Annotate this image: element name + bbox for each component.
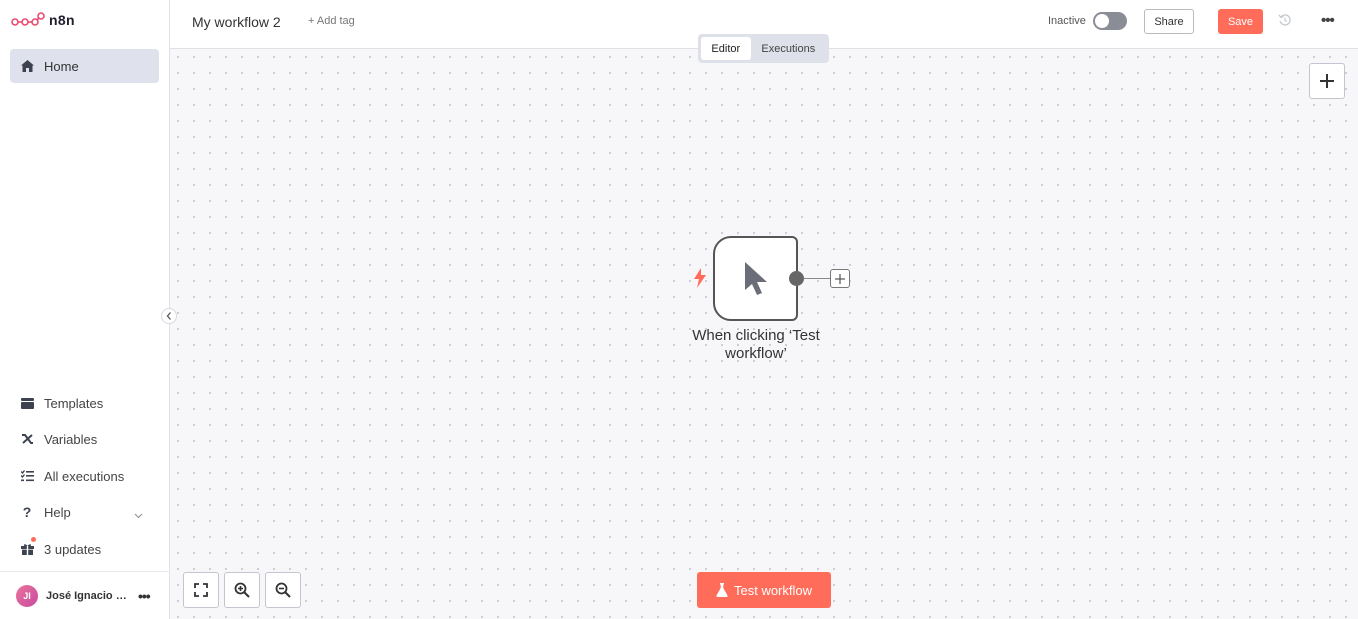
tab-editor[interactable]: Editor: [701, 37, 751, 60]
sidebar-item-variables[interactable]: Variables: [10, 422, 159, 456]
node-output-handle[interactable]: [789, 271, 804, 286]
view-tabs: Editor Executions: [698, 34, 829, 63]
sidebar-item-label: All executions: [44, 468, 125, 484]
sidebar-item-label: 3 updates: [44, 541, 102, 557]
add-tag-link[interactable]: + Add tag: [308, 15, 355, 27]
n8n-logo-icon: [11, 12, 45, 26]
sidebar-item-label: Templates: [44, 395, 104, 411]
node-label: When clicking ‘Test workflow’: [692, 327, 820, 362]
variables-icon: [20, 432, 34, 446]
sidebar-item-updates[interactable]: 3 updates: [10, 532, 159, 566]
user-name: José Ignacio Ga...: [46, 589, 132, 602]
add-connected-node-button[interactable]: [830, 269, 850, 288]
sidebar-item-executions[interactable]: All executions: [10, 459, 159, 493]
n8n-logo[interactable]: n8n: [11, 12, 75, 28]
zoom-out-icon: [275, 582, 291, 598]
cursor-pointer-icon: [744, 261, 767, 295]
templates-icon: [20, 396, 34, 410]
notification-dot: [31, 537, 36, 542]
zoom-in-button[interactable]: [224, 572, 260, 608]
trigger-bolt-icon: [693, 268, 707, 293]
sidebar-item-label: Variables: [44, 431, 98, 447]
plus-icon: [835, 273, 845, 284]
add-node-button[interactable]: [1309, 63, 1345, 99]
more-horizontal-icon[interactable]: •••: [1321, 12, 1335, 29]
sidebar-item-templates[interactable]: Templates: [10, 386, 159, 420]
gift-icon: [20, 542, 34, 556]
sidebar-item-home[interactable]: Home: [10, 49, 159, 83]
test-workflow-label: Test workflow: [733, 582, 813, 598]
sidebar-item-help[interactable]: ? Help: [10, 495, 159, 529]
zoom-out-button[interactable]: [265, 572, 301, 608]
history-icon[interactable]: [1278, 13, 1292, 32]
plus-icon: [1320, 74, 1334, 88]
user-menu[interactable]: JI José Ignacio Ga... •••: [0, 571, 170, 619]
more-horizontal-icon[interactable]: •••: [138, 588, 151, 604]
chevron-down-icon: [134, 507, 143, 522]
save-button[interactable]: Save: [1218, 9, 1263, 34]
tab-executions[interactable]: Executions: [751, 37, 826, 60]
home-icon: [20, 59, 34, 73]
flask-icon: [716, 583, 728, 597]
sidebar-item-label: Help: [44, 504, 71, 520]
list-check-icon: [20, 469, 34, 483]
chevron-left-icon: [166, 312, 171, 320]
avatar: JI: [16, 584, 38, 607]
logo-text: n8n: [49, 12, 75, 28]
status-label: Inactive: [1048, 15, 1086, 27]
connector-line: [804, 278, 830, 279]
sidebar: n8n Home Templates Variables All executi…: [0, 0, 170, 619]
active-toggle[interactable]: [1093, 12, 1127, 30]
expand-icon: [194, 583, 208, 597]
test-workflow-button[interactable]: Test workflow: [697, 572, 831, 608]
zoom-in-icon: [234, 582, 250, 598]
workflow-name[interactable]: My workflow 2: [192, 14, 281, 30]
manual-trigger-node[interactable]: [713, 236, 798, 321]
fit-view-button[interactable]: [183, 572, 219, 608]
share-button[interactable]: Share: [1144, 9, 1194, 34]
question-icon: ?: [22, 504, 32, 520]
toggle-knob: [1095, 14, 1109, 28]
sidebar-collapse-button[interactable]: [161, 308, 177, 324]
sidebar-item-label: Home: [44, 58, 79, 74]
